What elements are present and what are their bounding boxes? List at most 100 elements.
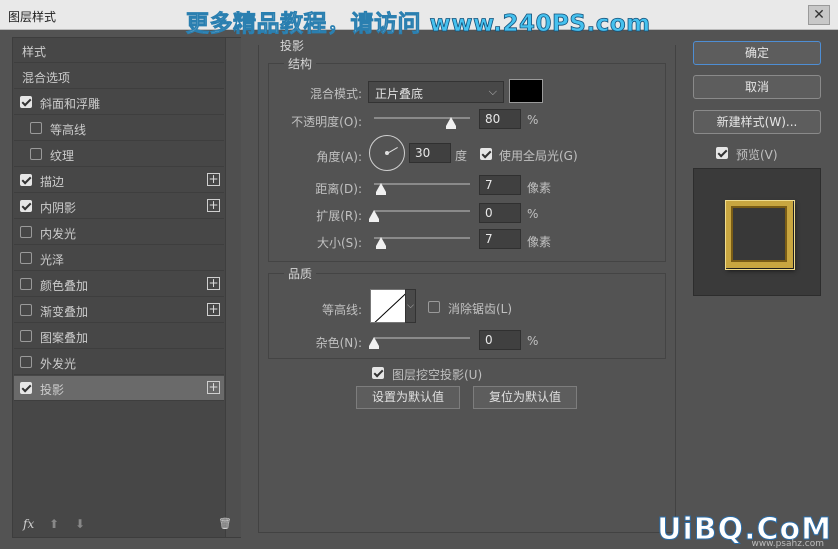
style-list-item[interactable]: 外发光 bbox=[14, 350, 224, 375]
new-style-button[interactable]: 新建样式(W)... bbox=[693, 110, 821, 134]
spread-input[interactable]: 0 bbox=[479, 203, 521, 223]
style-item-checkbox[interactable] bbox=[20, 304, 32, 316]
antialias-checkbox[interactable] bbox=[428, 301, 440, 313]
distance-label: 距离(D): bbox=[315, 182, 362, 196]
angle-unit: 度 bbox=[455, 149, 468, 163]
style-item-label: 颜色叠加 bbox=[40, 279, 89, 293]
style-list-item[interactable]: 等高线 bbox=[14, 116, 224, 141]
style-list-item[interactable]: 内阴影 + bbox=[14, 194, 224, 219]
move-up-icon[interactable]: ⬆ bbox=[49, 517, 59, 531]
size-slider[interactable] bbox=[374, 237, 470, 239]
style-list-item[interactable]: 样式 bbox=[14, 38, 224, 63]
opacity-input[interactable]: 80 bbox=[479, 109, 521, 129]
style-item-label: 光泽 bbox=[40, 253, 65, 267]
style-list-item[interactable]: 描边 + bbox=[14, 168, 224, 193]
style-preview-thumbnail bbox=[693, 168, 821, 296]
size-input[interactable]: 7 bbox=[479, 229, 521, 249]
fx-icon[interactable]: fx bbox=[23, 517, 34, 531]
style-item-label: 描边 bbox=[40, 175, 65, 189]
watermark-text: 更多精品教程，请访问 bbox=[186, 11, 430, 38]
blend-mode-select[interactable]: 正片叠底 ⌵ bbox=[368, 81, 504, 103]
shadow-color-swatch[interactable] bbox=[509, 79, 543, 103]
style-item-label: 投影 bbox=[40, 383, 65, 397]
spread-label: 扩展(R): bbox=[316, 209, 362, 223]
styles-list-footer: fx ⬆ ⬇ 🗑 bbox=[13, 513, 232, 537]
style-list-item[interactable]: 光泽 bbox=[14, 246, 224, 271]
style-item-label: 内阴影 bbox=[40, 201, 77, 215]
spread-slider-handle[interactable] bbox=[369, 210, 379, 222]
preview-checkbox[interactable] bbox=[716, 147, 728, 159]
style-item-checkbox[interactable] bbox=[20, 96, 32, 108]
styles-list-scrollbar[interactable] bbox=[225, 38, 241, 537]
blend-mode-value: 正片叠底 bbox=[375, 87, 424, 101]
move-down-icon[interactable]: ⬇ bbox=[75, 517, 85, 531]
add-style-icon[interactable]: + bbox=[207, 381, 220, 394]
distance-slider-handle[interactable] bbox=[376, 183, 386, 195]
contour-dropdown-button[interactable]: ⌵ bbox=[405, 289, 416, 323]
size-slider-handle[interactable] bbox=[376, 237, 386, 249]
style-list-item[interactable]: 纹理 bbox=[14, 142, 224, 167]
style-item-checkbox[interactable] bbox=[20, 356, 32, 368]
add-style-icon[interactable]: + bbox=[207, 199, 220, 212]
style-item-checkbox[interactable] bbox=[30, 148, 42, 160]
distance-slider[interactable] bbox=[374, 183, 470, 185]
cancel-button[interactable]: 取消 bbox=[693, 75, 821, 99]
distance-unit: 像素 bbox=[527, 181, 552, 195]
knockout-checkbox[interactable] bbox=[372, 367, 384, 379]
style-list-item[interactable]: 斜面和浮雕 bbox=[14, 90, 224, 115]
quality-group-title: 品质 bbox=[284, 265, 317, 282]
gold-frame-preview bbox=[725, 200, 795, 270]
angle-dial[interactable] bbox=[369, 135, 405, 171]
style-item-checkbox[interactable] bbox=[20, 226, 32, 238]
style-item-checkbox[interactable] bbox=[20, 252, 32, 264]
drop-shadow-group-title: 投影 bbox=[276, 37, 309, 54]
size-label: 大小(S): bbox=[316, 236, 362, 250]
close-button[interactable]: ✕ bbox=[808, 5, 830, 25]
structure-group-title: 结构 bbox=[284, 55, 317, 72]
watermark-banner: 更多精品教程，请访问 www.240PS.com bbox=[186, 4, 651, 38]
watermark-url: www.240PS.com bbox=[429, 11, 651, 38]
style-item-checkbox[interactable] bbox=[20, 278, 32, 290]
style-item-checkbox[interactable] bbox=[20, 330, 32, 342]
style-item-checkbox[interactable] bbox=[30, 122, 42, 134]
styles-list-panel: 样式 混合选项 斜面和浮雕 等高线 纹理 描边 + 内阴影 + 内发光 光泽 颜色叠加 + 渐变叠加 + 图案… bbox=[12, 37, 241, 538]
add-style-icon[interactable]: + bbox=[207, 277, 220, 290]
global-light-label: 使用全局光(G) bbox=[499, 149, 578, 163]
style-item-label: 混合选项 bbox=[22, 71, 71, 85]
antialias-label: 消除锯齿(L) bbox=[448, 302, 513, 316]
global-light-checkbox[interactable] bbox=[480, 148, 492, 160]
trash-icon[interactable]: 🗑 bbox=[218, 517, 232, 530]
noise-slider[interactable] bbox=[374, 337, 470, 339]
style-item-checkbox[interactable] bbox=[20, 382, 32, 394]
spread-unit: % bbox=[527, 207, 539, 221]
opacity-unit: % bbox=[527, 113, 539, 127]
style-list-item[interactable]: 渐变叠加 + bbox=[14, 298, 224, 323]
reset-default-button[interactable]: 复位为默认值 bbox=[473, 386, 577, 409]
style-list-item[interactable]: 图案叠加 bbox=[14, 324, 224, 349]
distance-input[interactable]: 7 bbox=[479, 175, 521, 195]
style-list-item[interactable]: 混合选项 bbox=[14, 64, 224, 89]
style-item-label: 等高线 bbox=[50, 123, 87, 137]
make-default-button[interactable]: 设置为默认值 bbox=[356, 386, 460, 409]
add-style-icon[interactable]: + bbox=[207, 303, 220, 316]
noise-label: 杂色(N): bbox=[315, 336, 362, 350]
style-item-checkbox[interactable] bbox=[20, 174, 32, 186]
opacity-slider-handle[interactable] bbox=[446, 117, 456, 129]
style-item-checkbox[interactable] bbox=[20, 200, 32, 212]
watermark-logo-sub: www.psahz.com bbox=[751, 539, 824, 549]
style-list-item[interactable]: 投影 + bbox=[14, 376, 224, 401]
size-unit: 像素 bbox=[527, 235, 552, 249]
angle-input[interactable]: 30 bbox=[409, 143, 451, 163]
style-item-label: 外发光 bbox=[40, 357, 77, 371]
style-list-item[interactable]: 颜色叠加 + bbox=[14, 272, 224, 297]
spread-slider[interactable] bbox=[374, 210, 470, 212]
noise-slider-handle[interactable] bbox=[369, 337, 379, 349]
style-item-label: 内发光 bbox=[40, 227, 77, 241]
contour-preview[interactable] bbox=[370, 289, 406, 323]
style-item-label: 图案叠加 bbox=[40, 331, 89, 345]
style-list-item[interactable]: 内发光 bbox=[14, 220, 224, 245]
noise-input[interactable]: 0 bbox=[479, 330, 521, 350]
add-style-icon[interactable]: + bbox=[207, 173, 220, 186]
contour-label: 等高线: bbox=[321, 303, 362, 317]
ok-button[interactable]: 确定 bbox=[693, 41, 821, 65]
